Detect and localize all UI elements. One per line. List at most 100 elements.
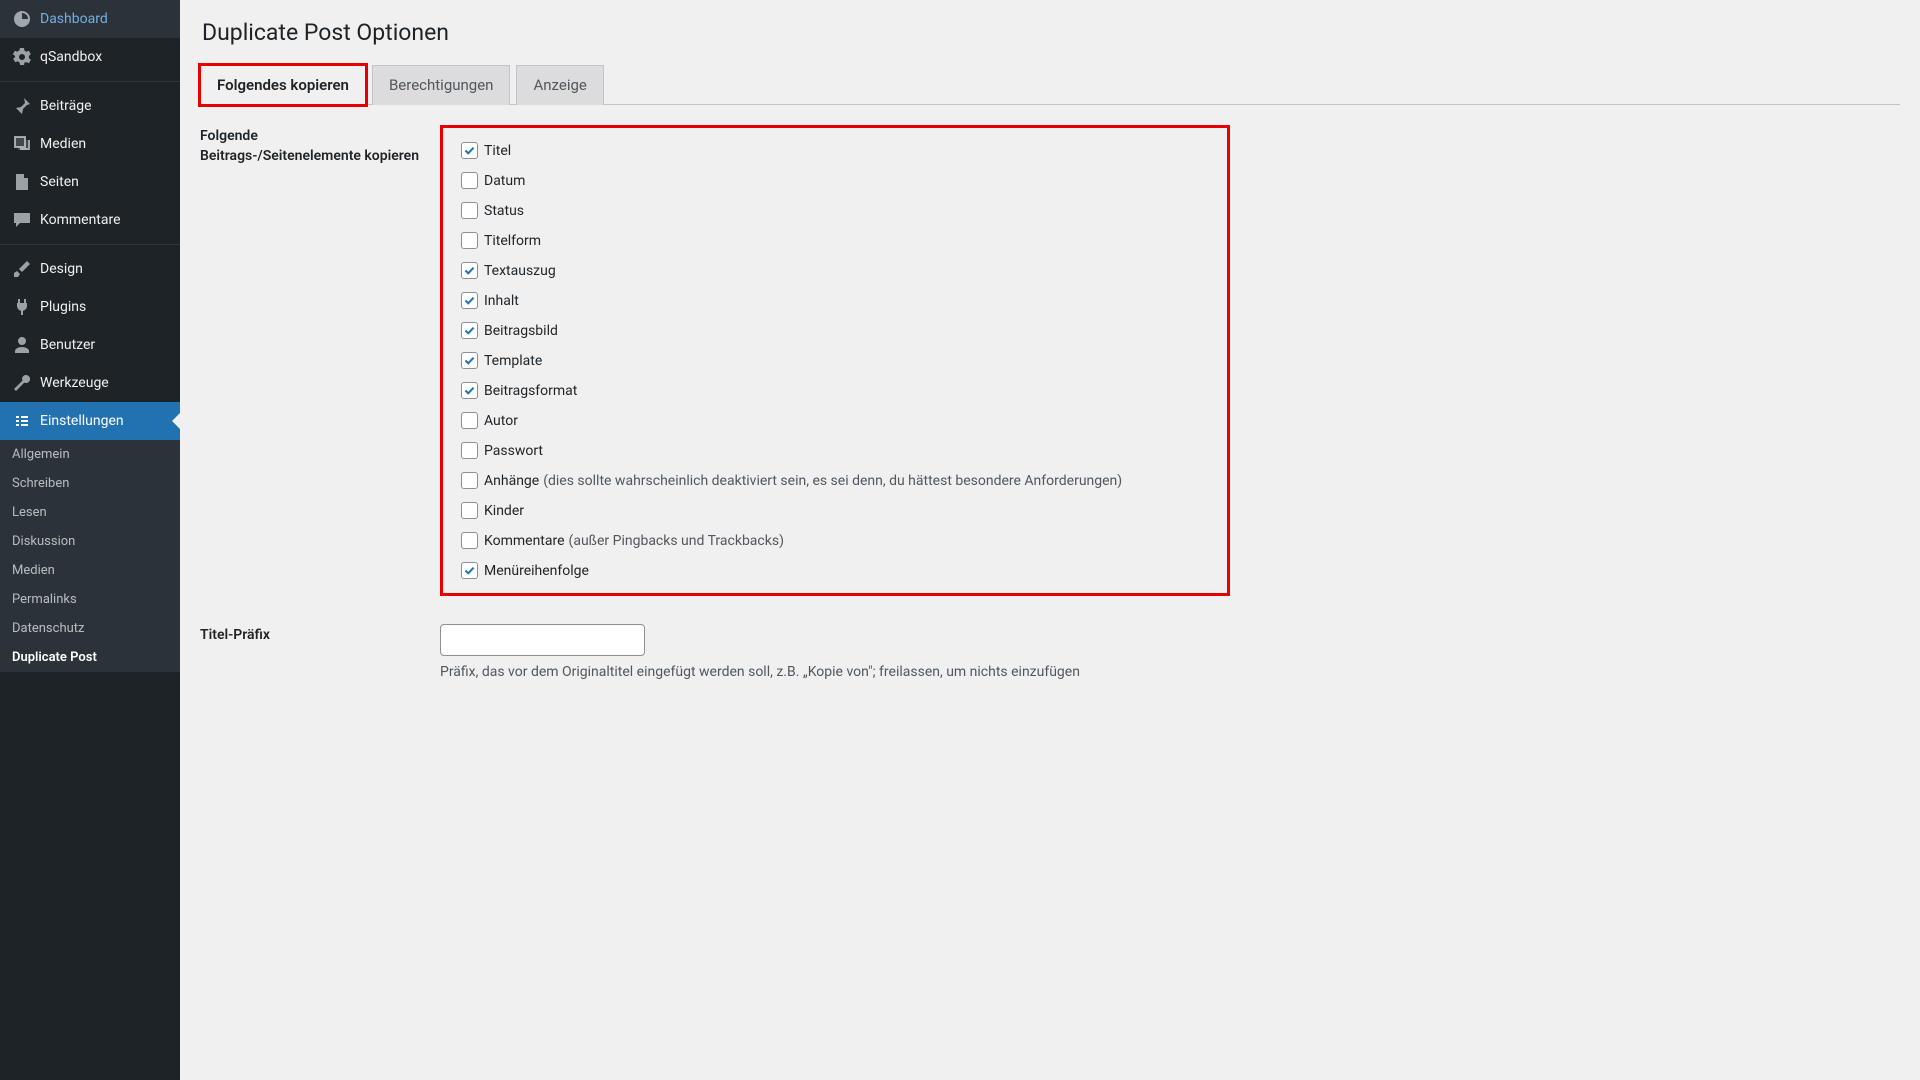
checkbox-row: Textauszug xyxy=(461,262,1213,279)
checkbox[interactable] xyxy=(461,232,478,249)
submenu-item[interactable]: Allgemein xyxy=(0,440,180,469)
checkbox-row: Titelform xyxy=(461,232,1213,249)
checkbox-label[interactable]: Beitragsbild xyxy=(484,323,558,339)
checkbox-row: Titel xyxy=(461,142,1213,159)
tab[interactable]: Anzeige xyxy=(516,65,603,105)
checkbox-row: Autor xyxy=(461,412,1213,429)
page-title: Duplicate Post Optionen xyxy=(202,19,1900,46)
checkbox[interactable] xyxy=(461,562,478,579)
sidebar-item-label: Design xyxy=(40,261,83,277)
submenu-item[interactable]: Medien xyxy=(0,556,180,585)
checkbox[interactable] xyxy=(461,142,478,159)
checkbox[interactable] xyxy=(461,172,478,189)
checkbox-note: (dies sollte wahrscheinlich deaktiviert … xyxy=(543,473,1122,489)
submenu-item[interactable]: Permalinks xyxy=(0,585,180,614)
checkbox-row: Kinder xyxy=(461,502,1213,519)
media-icon xyxy=(12,134,32,154)
plug-icon xyxy=(12,297,32,317)
title-prefix-input[interactable] xyxy=(440,624,645,656)
sidebar-item-dashboard[interactable]: Dashboard xyxy=(0,0,180,38)
tabs-nav: Folgendes kopierenBerechtigungenAnzeige xyxy=(200,64,1900,105)
sidebar-item-benutzer[interactable]: Benutzer xyxy=(0,326,180,364)
checkbox-row: Menüreihenfolge xyxy=(461,562,1213,579)
submenu-item[interactable]: Duplicate Post xyxy=(0,643,180,672)
sidebar-item-plugins[interactable]: Plugins xyxy=(0,288,180,326)
checkbox[interactable] xyxy=(461,412,478,429)
checkbox[interactable] xyxy=(461,262,478,279)
checkbox[interactable] xyxy=(461,382,478,399)
checkbox-label[interactable]: Titelform xyxy=(484,233,541,249)
sidebar-item-label: Beiträge xyxy=(40,98,92,114)
sidebar-separator xyxy=(0,81,180,82)
checkbox-label[interactable]: Anhänge xyxy=(484,473,539,489)
elements-checkbox-group: Titel Datum Status Titelform Textauszug Inhal… xyxy=(440,125,1230,596)
checkbox[interactable] xyxy=(461,292,478,309)
main-content: Duplicate Post Optionen Folgendes kopier… xyxy=(180,0,1920,1080)
brush-icon xyxy=(12,259,32,279)
checkbox-row: Kommentare(außer Pingbacks und Trackback… xyxy=(461,532,1213,549)
sidebar-item-label: Benutzer xyxy=(40,337,95,353)
checkbox-label[interactable]: Autor xyxy=(484,413,518,429)
comment-icon xyxy=(12,210,32,230)
settings-submenu: AllgemeinSchreibenLesenDiskussionMedienP… xyxy=(0,440,180,672)
pin-icon xyxy=(12,96,32,116)
checkbox-label[interactable]: Passwort xyxy=(484,443,543,459)
submenu-item[interactable]: Lesen xyxy=(0,498,180,527)
checkbox-label[interactable]: Menüreihenfolge xyxy=(484,563,589,579)
sidebar-item-label: Dashboard xyxy=(40,11,108,27)
title-prefix-help: Präfix, das vor dem Originaltitel eingef… xyxy=(440,664,1900,680)
sidebar-item-label: Seiten xyxy=(40,174,79,190)
checkbox-label[interactable]: Status xyxy=(484,203,524,219)
sidebar-item-qsandbox[interactable]: qSandbox xyxy=(0,38,180,76)
submenu-item[interactable]: Diskussion xyxy=(0,527,180,556)
checkbox-note: (außer Pingbacks und Trackbacks) xyxy=(569,533,784,549)
checkbox-label[interactable]: Datum xyxy=(484,173,525,189)
settings-icon xyxy=(12,411,32,431)
checkbox-row: Anhänge(dies sollte wahrscheinlich deakt… xyxy=(461,472,1213,489)
checkbox[interactable] xyxy=(461,532,478,549)
elements-to-copy-label: Folgende Beitrags-/Seitenelemente kopier… xyxy=(200,125,440,166)
sidebar-item-design[interactable]: Design xyxy=(0,250,180,288)
checkbox-label[interactable]: Textauszug xyxy=(484,263,556,279)
checkbox-label[interactable]: Inhalt xyxy=(484,293,519,309)
checkbox-row: Inhalt xyxy=(461,292,1213,309)
sidebar-item-medien[interactable]: Medien xyxy=(0,125,180,163)
sidebar-item-label: Plugins xyxy=(40,299,86,315)
checkbox-row: Status xyxy=(461,202,1213,219)
user-icon xyxy=(12,335,32,355)
dashboard-icon xyxy=(12,9,32,29)
checkbox-row: Beitragsformat xyxy=(461,382,1213,399)
sidebar-item-kommentare[interactable]: Kommentare xyxy=(0,201,180,239)
sidebar-item-label: Werkzeuge xyxy=(40,375,109,391)
gear-icon xyxy=(12,47,32,67)
sidebar-item-seiten[interactable]: Seiten xyxy=(0,163,180,201)
tab[interactable]: Folgendes kopieren xyxy=(200,65,366,105)
sidebar-item-label: Medien xyxy=(40,136,86,152)
sidebar-item-beitraege[interactable]: Beiträge xyxy=(0,87,180,125)
checkbox[interactable] xyxy=(461,472,478,489)
sidebar-separator xyxy=(0,244,180,245)
checkbox-row: Template xyxy=(461,352,1213,369)
checkbox-label[interactable]: Kommentare xyxy=(484,533,565,549)
checkbox-label[interactable]: Template xyxy=(484,353,542,369)
page-icon xyxy=(12,172,32,192)
sidebar-item-einstellungen[interactable]: Einstellungen xyxy=(0,402,180,440)
submenu-item[interactable]: Schreiben xyxy=(0,469,180,498)
checkbox[interactable] xyxy=(461,202,478,219)
checkbox[interactable] xyxy=(461,352,478,369)
checkbox-label[interactable]: Titel xyxy=(484,143,511,159)
sidebar-item-label: Kommentare xyxy=(40,212,121,228)
wrench-icon xyxy=(12,373,32,393)
admin-sidebar: Dashboard qSandbox Beiträge Medien Seiten Kom… xyxy=(0,0,180,1080)
submenu-item[interactable]: Datenschutz xyxy=(0,614,180,643)
checkbox-row: Beitragsbild xyxy=(461,322,1213,339)
tab[interactable]: Berechtigungen xyxy=(372,65,511,105)
checkbox[interactable] xyxy=(461,502,478,519)
sidebar-item-label: qSandbox xyxy=(40,49,102,65)
checkbox-label[interactable]: Beitragsformat xyxy=(484,383,577,399)
checkbox[interactable] xyxy=(461,442,478,459)
checkbox-row: Passwort xyxy=(461,442,1213,459)
checkbox-label[interactable]: Kinder xyxy=(484,503,524,519)
checkbox[interactable] xyxy=(461,322,478,339)
sidebar-item-werkzeuge[interactable]: Werkzeuge xyxy=(0,364,180,402)
